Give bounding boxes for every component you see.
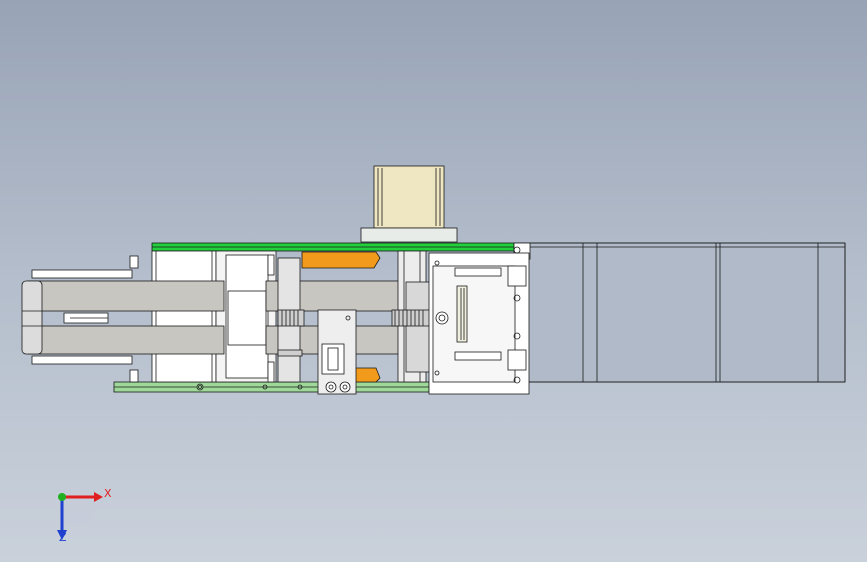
linear-module-profile[interactable] [514, 242, 846, 383]
base-plate[interactable] [113, 381, 430, 393]
cad-drawing: X Z [21, 165, 846, 544]
coordinate-triad[interactable]: X Z [57, 487, 112, 544]
right-carriage[interactable] [428, 246, 530, 395]
motor-bracket-upper[interactable] [301, 251, 381, 269]
tensioner-block[interactable] [317, 309, 357, 395]
cad-viewport[interactable]: X Z [0, 0, 867, 562]
upper-belt[interactable] [27, 280, 415, 312]
x-axis-label: X [104, 487, 112, 500]
z-axis-label: Z [59, 531, 67, 544]
center-frame[interactable] [215, 250, 277, 383]
left-frame-block[interactable] [129, 250, 217, 383]
stepper-motor[interactable] [360, 165, 458, 243]
